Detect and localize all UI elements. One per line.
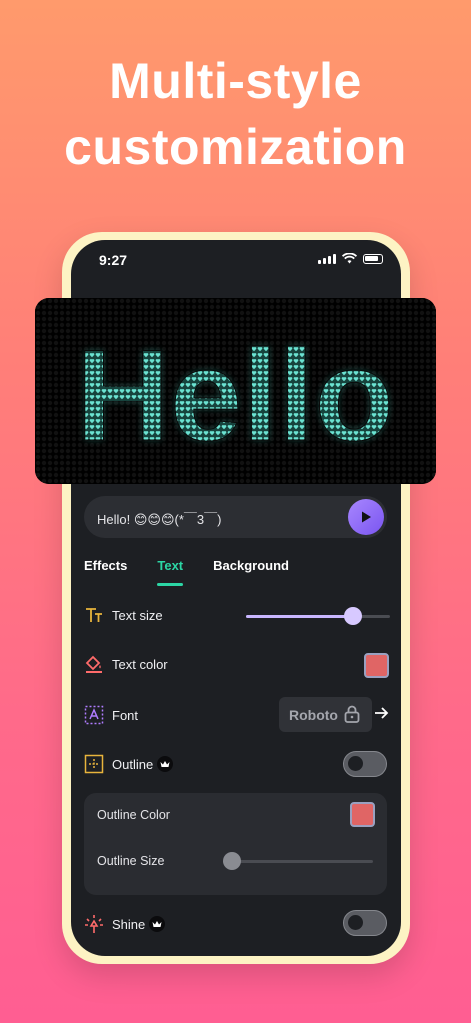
outline-color-swatch[interactable] (350, 802, 375, 827)
headline-line-2: customization (64, 119, 407, 175)
arrow-right-icon[interactable] (373, 705, 389, 721)
font-icon (84, 705, 104, 725)
outline-size-label: Outline Size (97, 854, 165, 868)
text-color-row: Text color (84, 650, 389, 680)
play-button[interactable] (348, 499, 384, 535)
battery-icon (363, 253, 383, 264)
tab-background[interactable]: Background (213, 558, 289, 588)
status-icons (318, 253, 383, 264)
message-text: Hello! 😊😊😊(*￣3￣) (97, 512, 222, 527)
outline-size-slider-thumb[interactable] (223, 852, 241, 870)
font-row: Font Roboto (84, 697, 389, 733)
text-size-row: Text size (84, 601, 390, 631)
text-color-label: Text color (112, 657, 168, 672)
headline-line-1: Multi-style (109, 53, 362, 109)
tab-effects[interactable]: Effects (84, 558, 127, 588)
font-label: Font (112, 708, 139, 723)
outline-size-slider[interactable] (223, 852, 373, 870)
tab-bar: Effects Text Background (84, 558, 319, 588)
led-preview: Hello Hello (35, 298, 436, 484)
outline-settings-panel: Outline Color Outline Size (84, 793, 387, 895)
message-input[interactable]: Hello! 😊😊😊(*￣3￣) (84, 496, 387, 538)
text-size-slider[interactable] (246, 607, 390, 625)
play-icon (362, 511, 371, 523)
crown-icon (160, 761, 170, 767)
premium-crown-icon (157, 756, 173, 772)
font-selector[interactable]: Roboto (279, 697, 372, 732)
headline: Multi-style customization (0, 48, 471, 180)
led-text: Hello (76, 322, 394, 468)
shine-icon (85, 915, 103, 933)
text-color-swatch[interactable] (364, 653, 389, 678)
wifi-icon (342, 253, 357, 264)
outline-label: Outline (112, 757, 154, 772)
tab-text[interactable]: Text (157, 558, 183, 588)
font-name: Roboto (289, 707, 338, 723)
text-size-slider-thumb[interactable] (343, 607, 362, 625)
crown-icon (152, 921, 162, 927)
outline-toggle[interactable] (343, 751, 387, 777)
shine-toggle[interactable] (343, 910, 387, 936)
outline-icon (84, 754, 104, 774)
led-preview-banner: Hello Hello (35, 298, 436, 484)
outline-color-label: Outline Color (97, 808, 170, 822)
status-bar: 9:27 (71, 240, 401, 280)
lock-icon (344, 705, 360, 723)
text-size-label: Text size (112, 608, 163, 623)
status-time: 9:27 (99, 252, 128, 268)
shine-label: Shine (112, 917, 146, 932)
outline-row: Outline (84, 750, 389, 780)
paint-bucket-icon (85, 655, 102, 673)
shine-row: Shine (84, 910, 389, 940)
premium-crown-icon (149, 916, 165, 932)
text-size-icon (86, 608, 102, 622)
signal-icon (318, 253, 336, 264)
